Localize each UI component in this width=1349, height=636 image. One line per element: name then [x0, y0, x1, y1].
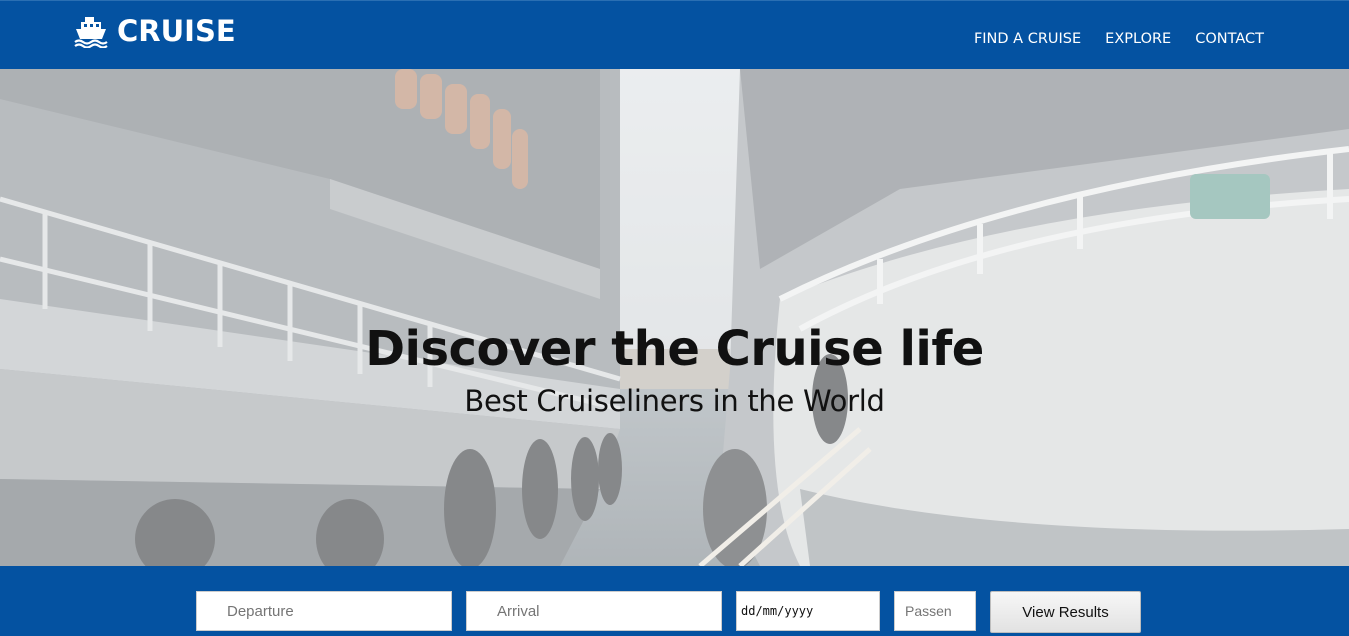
hero-background-image [0, 69, 1349, 566]
nav-contact[interactable]: CONTACT [1195, 29, 1264, 49]
hero-title: Discover the Cruise life [365, 321, 984, 377]
date-input[interactable]: dd/mm/yyyy [736, 591, 880, 631]
passengers-input[interactable] [894, 591, 976, 631]
departure-input[interactable] [196, 591, 452, 631]
hero-section: Discover the Cruise life Best Cruiseline… [0, 69, 1349, 566]
top-navbar: CRUISE FIND A CRUISE EXPLORE CONTACT [0, 0, 1349, 69]
main-nav: FIND A CRUISE EXPLORE CONTACT [974, 29, 1264, 49]
arrival-input[interactable] [466, 591, 722, 631]
nav-find-a-cruise[interactable]: FIND A CRUISE [974, 29, 1081, 49]
ship-icon [73, 14, 109, 48]
search-bar: dd/mm/yyyy View Results [0, 566, 1349, 636]
view-results-button[interactable]: View Results [990, 591, 1141, 633]
brand-logo-link[interactable]: CRUISE [73, 11, 236, 51]
nav-explore[interactable]: EXPLORE [1105, 29, 1171, 49]
hero-subtitle: Best Cruiseliners in the World [464, 384, 885, 418]
brand-name: CRUISE [117, 14, 236, 48]
